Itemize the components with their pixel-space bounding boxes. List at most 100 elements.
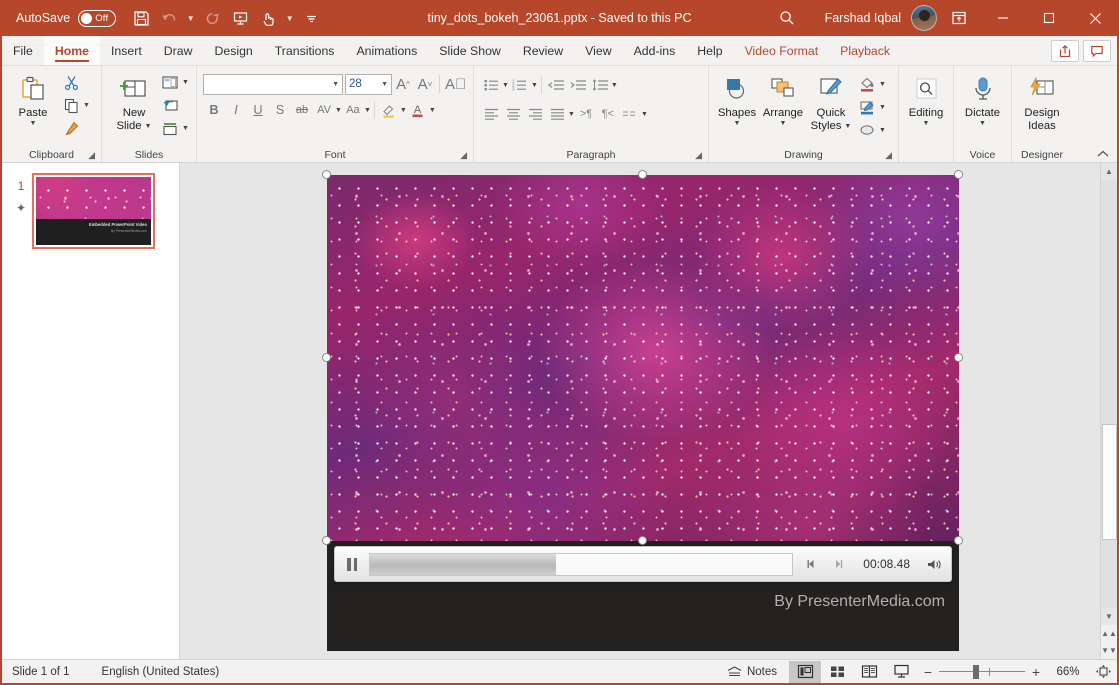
paste-button[interactable]: Paste ▼ bbox=[7, 71, 59, 127]
tab-insert[interactable]: Insert bbox=[100, 36, 153, 65]
align-center-button[interactable] bbox=[502, 103, 524, 125]
quick-styles-caret-icon[interactable]: ▼ bbox=[844, 123, 851, 130]
justify-button[interactable] bbox=[546, 103, 568, 125]
undo-dropdown-caret-icon[interactable]: ▼ bbox=[184, 5, 197, 31]
bullets-caret-icon[interactable]: ▼ bbox=[502, 82, 509, 89]
slide-surface[interactable]: Embedded PowerPoint Video By PresenterMe… bbox=[327, 175, 959, 651]
normal-view-button[interactable] bbox=[789, 661, 821, 683]
shapes-button[interactable]: Shapes ▼ bbox=[715, 71, 759, 127]
paragraph-direction-button[interactable]: ¶< bbox=[597, 103, 619, 125]
align-right-button[interactable] bbox=[524, 103, 546, 125]
line-spacing-button[interactable] bbox=[589, 74, 611, 96]
font-size-input[interactable]: 28 ▼ bbox=[345, 74, 392, 95]
shape-effects-caret-icon[interactable]: ▼ bbox=[879, 127, 886, 134]
increase-indent-button[interactable] bbox=[567, 74, 589, 96]
columns-button[interactable] bbox=[619, 103, 641, 125]
selection-handle-top-center[interactable] bbox=[638, 170, 647, 179]
design-ideas-button[interactable]: Design Ideas bbox=[1017, 71, 1067, 133]
tab-file[interactable]: File bbox=[2, 36, 44, 65]
columns-caret-icon[interactable]: ▼ bbox=[641, 111, 648, 118]
autosave-toggle[interactable]: Off bbox=[78, 10, 116, 27]
text-direction-button[interactable]: >¶ bbox=[575, 103, 597, 125]
tab-slide-show[interactable]: Slide Show bbox=[428, 36, 512, 65]
zoom-percent-label[interactable]: 66% bbox=[1047, 666, 1089, 678]
change-case-button[interactable]: Aa bbox=[342, 99, 364, 121]
language-label[interactable]: English (United States) bbox=[80, 666, 230, 678]
bold-button[interactable]: B bbox=[203, 99, 225, 121]
pause-button[interactable] bbox=[335, 558, 369, 571]
decrease-indent-button[interactable] bbox=[545, 74, 567, 96]
share-icon[interactable] bbox=[1051, 40, 1079, 62]
shape-outline-caret-icon[interactable]: ▼ bbox=[879, 104, 886, 111]
tab-design[interactable]: Design bbox=[203, 36, 263, 65]
justify-caret-icon[interactable]: ▼ bbox=[568, 111, 575, 118]
line-spacing-caret-icon[interactable]: ▼ bbox=[611, 82, 618, 89]
zoom-in-button[interactable]: + bbox=[1025, 664, 1047, 680]
new-slide-caret-icon[interactable]: ▼ bbox=[145, 123, 152, 130]
copy-caret-icon[interactable]: ▼ bbox=[83, 102, 90, 109]
tab-review[interactable]: Review bbox=[512, 36, 574, 65]
tab-playback[interactable]: Playback bbox=[829, 36, 901, 65]
font-dialog-launcher-icon[interactable]: ◢ bbox=[460, 150, 467, 161]
touch-mode-icon[interactable] bbox=[255, 5, 281, 31]
touch-mode-caret-icon[interactable]: ▼ bbox=[283, 5, 296, 31]
font-name-caret-icon[interactable]: ▼ bbox=[332, 81, 339, 88]
selection-handle-middle-left[interactable] bbox=[322, 353, 331, 362]
section-caret-icon[interactable]: ▼ bbox=[182, 125, 189, 132]
arrange-button[interactable]: Arrange ▼ bbox=[759, 71, 807, 127]
selection-handle-top-right[interactable] bbox=[954, 170, 963, 179]
volume-button[interactable] bbox=[919, 557, 951, 572]
thumbnail-frame[interactable]: Embedded PowerPoint Video By PresenterMe… bbox=[32, 173, 155, 249]
font-name-input[interactable]: ▼ bbox=[203, 74, 343, 95]
tab-video-format[interactable]: Video Format bbox=[734, 36, 830, 65]
layout-caret-icon[interactable]: ▼ bbox=[182, 79, 189, 86]
previous-slide-button[interactable]: ▲▲ bbox=[1101, 625, 1118, 642]
scroll-track[interactable] bbox=[1101, 180, 1118, 608]
avatar[interactable] bbox=[911, 5, 937, 31]
zoom-slider-knob[interactable] bbox=[973, 665, 979, 679]
copy-button[interactable] bbox=[59, 94, 83, 117]
selection-handle-top-left[interactable] bbox=[322, 170, 331, 179]
numbering-button[interactable]: 123 bbox=[509, 74, 531, 96]
scroll-up-button[interactable]: ▲ bbox=[1101, 163, 1118, 180]
italic-button[interactable]: I bbox=[225, 99, 247, 121]
selection-handle-bottom-right[interactable] bbox=[954, 536, 963, 545]
grow-font-button[interactable]: A^ bbox=[392, 73, 414, 95]
undo-icon[interactable] bbox=[156, 5, 182, 31]
selection-handle-middle-right[interactable] bbox=[954, 353, 963, 362]
shapes-caret-icon[interactable]: ▼ bbox=[734, 120, 741, 127]
slide-count-label[interactable]: Slide 1 of 1 bbox=[2, 666, 80, 678]
paste-caret-icon[interactable]: ▼ bbox=[30, 120, 37, 127]
shape-fill-caret-icon[interactable]: ▼ bbox=[879, 81, 886, 88]
font-size-caret-icon[interactable]: ▼ bbox=[381, 81, 388, 88]
slide-canvas[interactable]: Embedded PowerPoint Video By PresenterMe… bbox=[180, 163, 1100, 659]
save-icon[interactable] bbox=[128, 5, 154, 31]
comments-icon[interactable] bbox=[1083, 40, 1111, 62]
text-highlight-color-button[interactable] bbox=[378, 99, 400, 121]
scroll-down-button[interactable]: ▼ bbox=[1101, 608, 1118, 625]
layout-button[interactable] bbox=[158, 71, 182, 94]
numbering-caret-icon[interactable]: ▼ bbox=[531, 82, 538, 89]
section-button[interactable] bbox=[158, 117, 182, 140]
tab-animations[interactable]: Animations bbox=[345, 36, 428, 65]
quick-styles-button[interactable]: Quick Styles ▼ bbox=[807, 71, 855, 133]
shape-effects-button[interactable] bbox=[855, 119, 879, 142]
text-shadow-button[interactable]: S bbox=[269, 99, 291, 121]
format-painter-button[interactable] bbox=[59, 117, 83, 140]
customize-qat-icon[interactable] bbox=[298, 5, 324, 31]
cut-button[interactable] bbox=[59, 71, 83, 94]
slideshow-view-button[interactable] bbox=[885, 661, 917, 683]
maximize-button[interactable] bbox=[1027, 0, 1071, 36]
tab-draw[interactable]: Draw bbox=[153, 36, 204, 65]
video-progress-track[interactable] bbox=[369, 553, 793, 576]
animation-star-icon[interactable]: ✦ bbox=[16, 201, 26, 215]
autosave-control[interactable]: AutoSave Off bbox=[16, 10, 116, 27]
dictate-caret-icon[interactable]: ▼ bbox=[979, 120, 986, 127]
clipboard-dialog-launcher-icon[interactable]: ◢ bbox=[88, 150, 95, 161]
bullets-button[interactable] bbox=[480, 74, 502, 96]
close-button[interactable] bbox=[1073, 0, 1117, 36]
scroll-thumb[interactable] bbox=[1102, 424, 1117, 540]
slide-thumbnail-pane[interactable]: 1 ✦ Embedded PowerPoint Video By Present… bbox=[2, 163, 180, 659]
tab-view[interactable]: View bbox=[574, 36, 622, 65]
minimize-button[interactable] bbox=[981, 0, 1025, 36]
